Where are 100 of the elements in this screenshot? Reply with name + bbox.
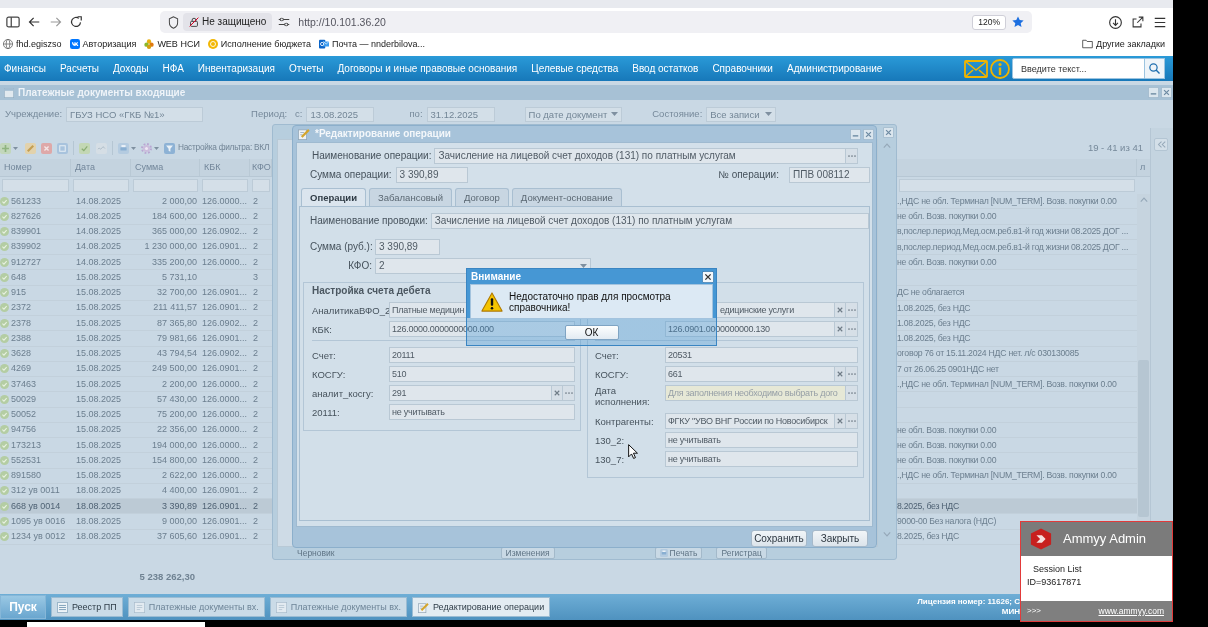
- field-label: Наименование операции:: [312, 150, 432, 162]
- table-cell-text: 15.08.2025: [75, 393, 123, 405]
- field-label: Учреждение:: [5, 108, 63, 120]
- table-cell-text: 43 794,54: [155, 348, 198, 359]
- table-cell-text: 18.08.2025: [75, 485, 123, 497]
- table-cell-text: 2: [252, 409, 259, 420]
- table-cell-text: 2 622,00: [160, 470, 198, 481]
- table-cell: не обл. Возв. покупки 0.00: [897, 424, 997, 436]
- table-cell-text: 14.08.2025: [75, 256, 123, 268]
- table-cell-text: 2: [252, 363, 259, 375]
- table-cell-text: 2: [252, 393, 259, 405]
- table-cell: не обл. Возв. покупки 0.00: [897, 256, 997, 268]
- field-label: с:: [295, 108, 303, 120]
- table-cell-text: 18.08.2025: [75, 515, 123, 527]
- table-cell-text: 126.0000...: [201, 393, 249, 405]
- field-label: Сумма операции:: [310, 169, 392, 181]
- table-cell-text: 2 000,00: [160, 195, 198, 207]
- table-cell-text: 561233: [10, 195, 43, 207]
- table-cell: 9000-00 Без налога (НДС): [897, 516, 997, 527]
- table-cell-text: 50029: [10, 393, 38, 405]
- table-cell-text: 2: [252, 226, 259, 237]
- table-cell-text: 15.08.2025: [75, 409, 123, 420]
- table-cell: ДС не облагается: [897, 287, 965, 298]
- pager-text: 19 - 41 из 41: [1087, 142, 1143, 154]
- field-label: Состояние:: [652, 108, 703, 120]
- field-label: Наименование проводки:: [310, 215, 428, 227]
- table-cell-text: 126.0901...: [201, 302, 249, 314]
- table-cell-text: 15.08.2025: [75, 378, 123, 390]
- table-cell: 1.08.2025, без НДС: [897, 333, 971, 344]
- field-label: АналитикаВФО_2: [312, 304, 389, 316]
- table-cell-text: 1095 ув 0016: [10, 515, 67, 527]
- table-cell-text: 126.0901...: [201, 485, 249, 497]
- table-cell-text: 2: [252, 454, 259, 466]
- table-cell-text: 827626: [10, 210, 43, 222]
- table-cell-text: 839901: [10, 226, 43, 237]
- field-label: Контрагенты:: [595, 415, 655, 427]
- table-cell-text: 22 356,00: [155, 424, 198, 436]
- table-cell: 8.2025, без НДС: [897, 531, 959, 542]
- table-cell-text: 2: [252, 210, 259, 222]
- table-cell-text: 14.08.2025: [75, 195, 123, 207]
- table-cell-text: 15.08.2025: [75, 363, 123, 375]
- table-cell-text: 2: [252, 470, 259, 481]
- table-cell-text: 15.08.2025: [75, 332, 123, 344]
- field-label: № операции:: [718, 169, 779, 181]
- table-cell-text: 126.0000...: [201, 256, 249, 268]
- table-cell-text: 2 200,00: [160, 378, 198, 390]
- table-cell-text: 4269: [10, 363, 33, 375]
- table-cell-text: 2: [252, 439, 259, 451]
- table-cell-text: 126.0902...: [201, 317, 249, 329]
- table-cell-text: 2: [252, 287, 259, 298]
- table-cell: не обл. Возв. покупки 0.00: [897, 439, 997, 451]
- table-cell-text: 648: [10, 271, 28, 283]
- table-cell-text: 126.0901...: [201, 332, 249, 344]
- table-cell-text: 2: [252, 515, 259, 527]
- table-cell-text: 126.0901...: [201, 531, 249, 542]
- field-label: Дата исполнения:: [595, 385, 651, 407]
- table-cell-text: 1 230 000,00: [143, 241, 198, 253]
- table-cell-text: 9 000,00: [160, 515, 198, 527]
- table-cell-text: 2388: [10, 332, 33, 344]
- table-cell-text: 312 ув 0011: [10, 485, 61, 497]
- table-cell-text: 912727: [10, 256, 43, 268]
- table-cell-text: 2: [252, 241, 259, 253]
- table-cell-text: 15.08.2025: [75, 454, 123, 466]
- table-cell-text: 18.08.2025: [75, 500, 123, 512]
- table-cell-text: 94756: [10, 424, 38, 436]
- table-cell-text: 126.0901...: [201, 500, 249, 512]
- table-cell-text: 126.0902...: [201, 348, 249, 359]
- table-cell: 7 от 26.06.25 0901НДС нет: [897, 363, 999, 375]
- window-title: Платежные документы входящие: [18, 86, 186, 99]
- table-cell-text: 126.0901...: [201, 363, 249, 375]
- table-cell-text: 154 800,00: [150, 454, 198, 466]
- table-cell-text: 2: [252, 348, 259, 359]
- table-cell: в,послер.период.Мед.осм.реб.в1-й год жизни 08.2025 ДОГ ...: [897, 241, 1129, 253]
- table-cell-text: 2: [252, 317, 259, 329]
- table-cell-text: 211 411,57: [152, 302, 198, 314]
- table-cell-text: 2: [252, 332, 259, 344]
- fieldset-title: Настройка счета дебета: [312, 285, 431, 298]
- table-cell-text: 32 700,00: [155, 287, 198, 298]
- total-sum: 5 238 262,30: [138, 571, 196, 583]
- table-cell-text: 915: [10, 287, 28, 298]
- table-cell: .,НДС не обл. Терминал [NUM_TERM]. Возв. покупки 0.00: [897, 195, 1117, 207]
- table-cell-text: 891580: [10, 470, 43, 481]
- table-cell-text: 2: [252, 195, 259, 207]
- table-cell-text: 2: [252, 424, 259, 436]
- field-label: Период:: [251, 108, 288, 120]
- table-cell-text: 2: [252, 531, 259, 542]
- table-cell-text: 4 400,00: [160, 485, 198, 497]
- table-cell-text: 335 200,00: [150, 256, 198, 268]
- table-cell-text: 79 981,66: [155, 332, 198, 344]
- table-cell-text: 2: [252, 485, 259, 497]
- table-cell-text: 2: [252, 500, 259, 512]
- license-text: Лицензия номер: 11626; С: [917, 597, 1020, 607]
- table-cell-text: 552531: [10, 454, 43, 466]
- table-cell-text: 126.0000...: [201, 409, 249, 420]
- table-cell-text: 126.0000...: [201, 210, 249, 222]
- table-cell-text: 839902: [10, 241, 43, 253]
- table-cell-text: 126.0902...: [201, 226, 249, 237]
- table-cell-text: 173213: [10, 439, 43, 451]
- table-cell-text: 37463: [10, 378, 38, 390]
- field-label: КОСГУ:: [595, 368, 630, 380]
